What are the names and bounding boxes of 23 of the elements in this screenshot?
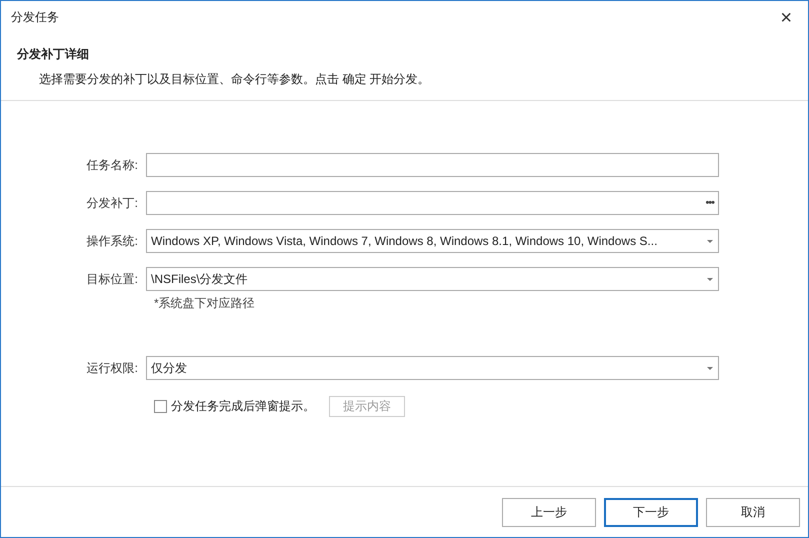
field-label: 任务名称: (86, 156, 139, 174)
caret-icon (706, 238, 714, 244)
dialog-button[interactable]: 下一步 (604, 498, 698, 526)
field-label: 目标位置: (86, 270, 139, 288)
dropdown-field[interactable]: Windows XP, Windows Vista, Windows 7, Windows 8, Windows 8.1, Windows 10, Windows S... (146, 229, 719, 253)
field-label: 操作系统: (86, 232, 139, 250)
browse-field[interactable]: ••• (146, 191, 719, 215)
hint-text: *系统盘下对应路径 (154, 295, 256, 312)
section-title: 分发补丁详细 (17, 46, 90, 63)
dialog-button[interactable]: 上一步 (502, 498, 596, 526)
dialog-button[interactable]: 取消 (706, 498, 800, 526)
dropdown-field[interactable]: 仅分发 (146, 356, 719, 380)
close-button[interactable]: × (776, 8, 796, 28)
caret-icon (706, 366, 714, 370)
text-field[interactable] (146, 153, 719, 177)
section-description: 选择需要分发的补丁以及目标位置、命令行等参数。点击 确定 开始分发。 (38, 71, 431, 88)
checkbox[interactable] (154, 400, 167, 413)
field-label: 运行权限: (86, 360, 139, 376)
caret-icon (706, 276, 714, 282)
field-label: 分发补丁: (86, 194, 139, 212)
checkbox-label: 分发任务完成后弹窗提示。 (171, 398, 315, 415)
window-title: 分发任务 (11, 9, 59, 26)
dropdown-field[interactable]: \NSFiles\分发文件 (146, 267, 719, 291)
